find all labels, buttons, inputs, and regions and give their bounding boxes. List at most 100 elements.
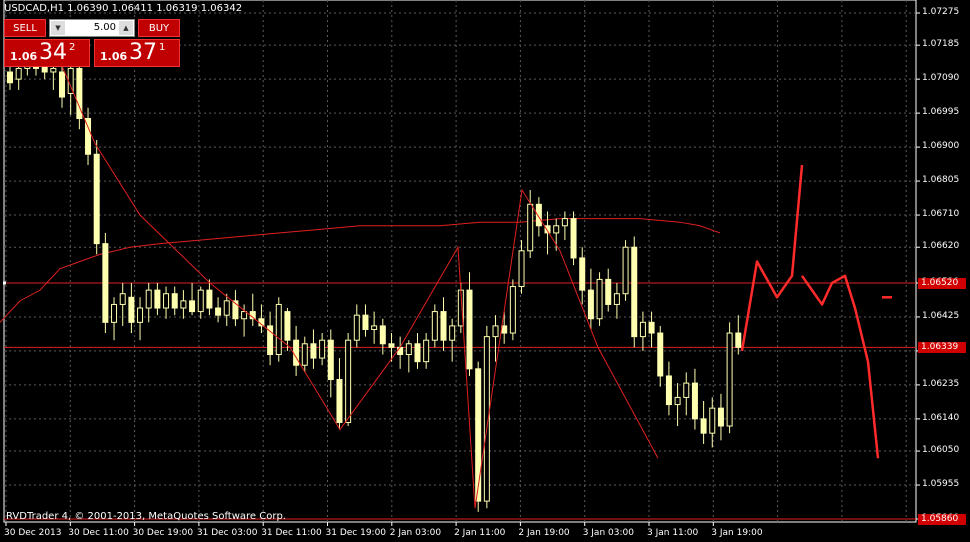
candle-bullish xyxy=(492,325,499,338)
buy-button[interactable]: BUY xyxy=(138,19,180,37)
candle-bullish xyxy=(561,218,568,227)
candle-bearish xyxy=(735,332,742,348)
price-tick-label: 1.06050 xyxy=(922,445,960,456)
candle-bearish xyxy=(128,296,135,323)
candle-bearish xyxy=(717,407,724,427)
sell-button[interactable]: SELL xyxy=(4,19,46,37)
price-tick-label: 1.06900 xyxy=(922,141,960,152)
candle-bearish xyxy=(284,311,291,341)
candle-bearish xyxy=(310,343,317,359)
candle-bearish xyxy=(579,257,586,291)
lot-size-field[interactable]: ▼ 5.00 ▲ xyxy=(49,19,135,37)
candle-bearish xyxy=(440,311,447,341)
candle-bearish xyxy=(336,379,343,423)
candle-bullish xyxy=(137,307,144,323)
candle-bearish xyxy=(665,375,672,406)
candle-bullish xyxy=(197,289,204,313)
candle-bearish xyxy=(154,289,161,309)
candle-bullish xyxy=(674,396,681,406)
level-price-label: 1.06520 xyxy=(918,277,966,289)
candle-bearish xyxy=(7,71,13,84)
candle-bullish xyxy=(111,303,118,323)
candle-bearish xyxy=(570,218,577,259)
price-chart[interactable] xyxy=(0,0,970,542)
candle-bullish xyxy=(613,293,620,305)
candle-bullish xyxy=(527,203,534,252)
one-click-trading-panel: SELL ▼ 5.00 ▲ BUY 1.06 34 2 1.06 37 1 xyxy=(4,17,180,67)
level-anchor-point xyxy=(3,281,6,285)
candle-bullish xyxy=(119,293,126,305)
lot-value[interactable]: 5.00 xyxy=(94,22,116,33)
candle-bearish xyxy=(691,382,698,420)
price-tick-label: 1.07185 xyxy=(922,39,960,50)
candle-bullish xyxy=(639,321,646,338)
candle-bearish xyxy=(189,300,196,313)
candle-bullish xyxy=(163,293,170,309)
time-tick-label: 31 Dec 03:00 xyxy=(196,528,258,538)
buy-price-prefix: 1.06 xyxy=(100,50,128,63)
candle-bullish xyxy=(431,311,438,341)
candle-bullish xyxy=(223,300,230,316)
candle-bullish xyxy=(622,246,629,295)
price-tick-label: 1.06140 xyxy=(922,412,960,423)
time-tick-label: 3 Jan 19:00 xyxy=(711,528,763,538)
candle-bearish xyxy=(700,418,707,434)
time-tick-label: 30 Dec 19:00 xyxy=(132,528,194,538)
candle-bullish xyxy=(405,343,412,356)
candle-bearish xyxy=(388,343,395,348)
chart-window[interactable]: USDCAD,H1 1.06390 1.06411 1.06319 1.0634… xyxy=(0,0,970,542)
candle-bullish xyxy=(423,339,430,363)
price-tick-label: 1.07275 xyxy=(922,7,960,17)
sell-price-pips: 34 xyxy=(39,40,67,65)
candle-bearish xyxy=(631,246,638,338)
candle-bearish xyxy=(657,332,664,377)
symbol-info: USDCAD,H1 1.06390 1.06411 1.06319 1.0634… xyxy=(4,3,243,14)
candle-bearish xyxy=(59,71,66,98)
candle-bearish xyxy=(327,339,334,381)
price-tick-label: 1.06620 xyxy=(922,241,960,252)
lot-decrease-icon[interactable]: ▼ xyxy=(51,21,65,35)
time-tick-label: 3 Jan 03:00 xyxy=(582,528,634,538)
candle-bearish xyxy=(206,289,213,309)
time-tick-label: 30 Dec 2013 xyxy=(4,528,62,538)
level-price-label: 1.06339 xyxy=(918,342,966,354)
forecast-projection-line xyxy=(740,164,804,352)
price-tick-label: 1.06805 xyxy=(922,175,960,186)
candle-bearish xyxy=(648,321,655,334)
candle-bearish xyxy=(466,289,473,370)
time-tick-label: 3 Jan 11:00 xyxy=(647,528,699,538)
candle-bullish xyxy=(509,286,516,334)
time-tick-label: 2 Jan 19:00 xyxy=(518,528,570,538)
time-tick-label: 31 Dec 11:00 xyxy=(261,528,322,538)
candle-bullish xyxy=(145,289,152,309)
candle-bullish xyxy=(241,311,248,320)
candle-bullish xyxy=(518,250,525,288)
candle-bullish xyxy=(371,325,378,330)
candle-bearish xyxy=(293,339,300,366)
candle-bullish xyxy=(15,67,22,80)
sell-price-button[interactable]: 1.06 34 2 xyxy=(4,39,90,67)
candle-bullish xyxy=(50,67,57,73)
candle-bearish xyxy=(379,325,386,345)
level-price-label: 1.05860 xyxy=(918,514,966,525)
candle-bullish xyxy=(449,325,456,341)
lot-increase-icon[interactable]: ▲ xyxy=(119,21,133,35)
candle-bearish xyxy=(544,225,551,234)
candle-bullish xyxy=(553,225,560,234)
candle-bearish xyxy=(102,243,109,323)
candle-bullish xyxy=(353,314,360,341)
plot-frame xyxy=(3,0,917,523)
candle-bearish xyxy=(215,307,222,316)
buy-price-button[interactable]: 1.06 37 1 xyxy=(94,39,180,67)
candle-bullish xyxy=(180,300,187,309)
sell-price-prefix: 1.06 xyxy=(10,50,38,63)
candle-bullish xyxy=(726,332,733,427)
candle-bullish xyxy=(275,303,282,356)
forecast-projection-line xyxy=(800,274,880,459)
price-tick-label: 1.06425 xyxy=(922,310,960,321)
candle-bearish xyxy=(414,343,421,363)
candle-bearish xyxy=(605,278,612,305)
candle-bullish xyxy=(319,339,326,359)
time-tick-label: 2 Jan 03:00 xyxy=(389,528,442,538)
time-tick-label: 30 Dec 11:00 xyxy=(68,528,129,538)
